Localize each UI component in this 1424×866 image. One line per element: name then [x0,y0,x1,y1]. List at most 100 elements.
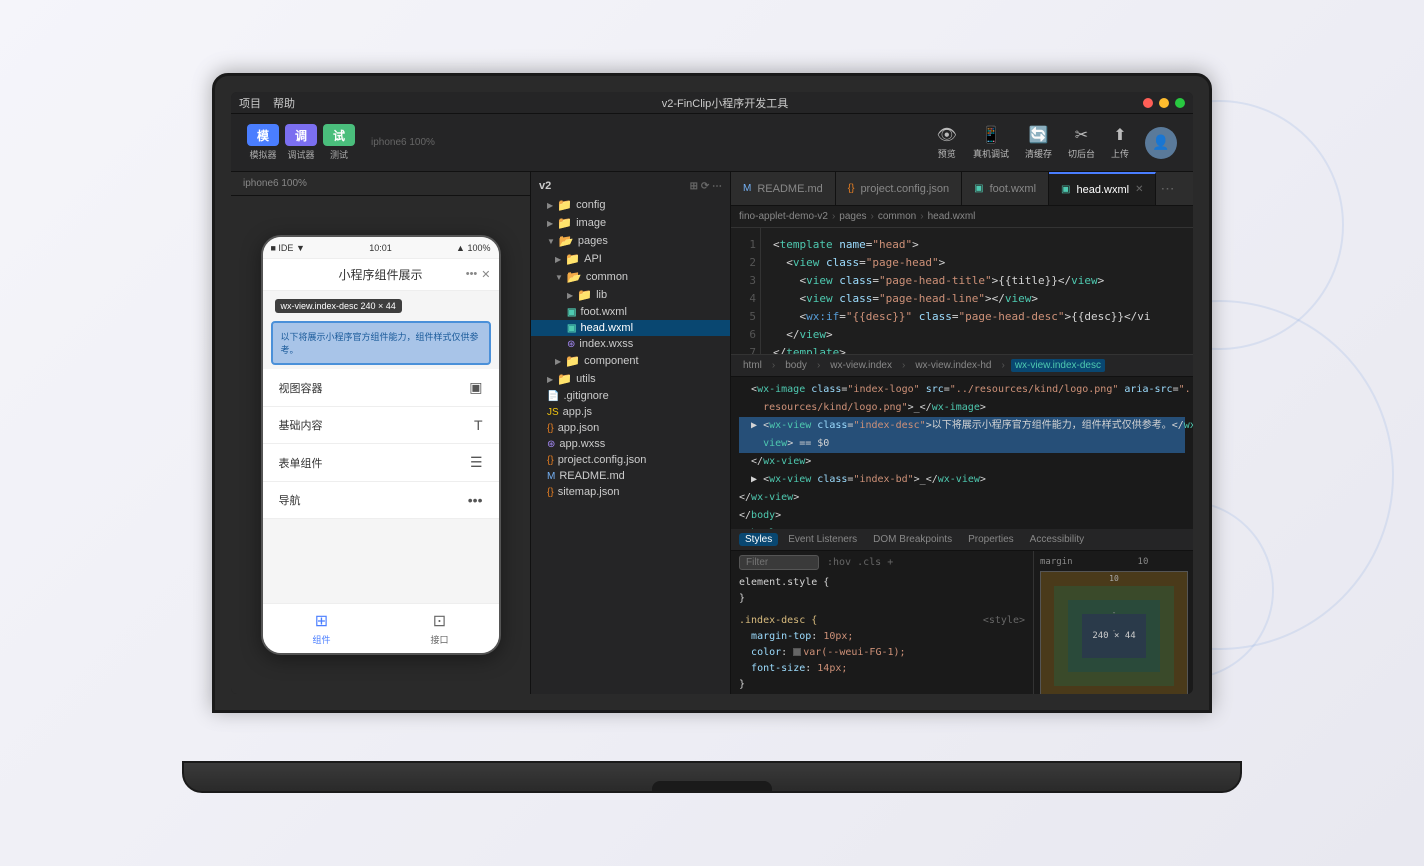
inspector-html-tab[interactable]: html [739,359,766,372]
readme-tab-icon: M [743,183,751,194]
folder-icon: 📁 [557,198,572,212]
tree-item-api[interactable]: ▶ 📁 API [531,250,730,268]
phone-title: 小程序组件展示 [338,266,422,283]
phone-nav-item-components[interactable]: ⊞ 组件 [312,611,330,646]
styles-filter-input[interactable] [739,555,819,570]
tree-item-app-json[interactable]: {} app.json [531,420,730,436]
phone-status-left: ■ IDE ▼ [271,243,305,253]
inspector-body-tab[interactable]: body [781,359,811,372]
css-block-element-style: element.style { } [739,575,1025,607]
toolbar-action-real-machine[interactable]: 📱 真机调试 [973,125,1009,160]
phone-list-item-1[interactable]: 视图容器 ▣ [263,369,499,407]
tab-project-config[interactable]: {} project.config.json [836,172,962,205]
code-editor[interactable]: <template name="head"> <view class="page… [761,228,1193,354]
dom-line-5: </wx-view> [739,453,1185,471]
breadcrumb: fino-applet-demo-v2 › pages › common › h… [731,206,1193,228]
phone-status-right: ▲ 100% [456,243,490,253]
js-file-icon: JS [547,407,559,418]
phone-status-time: 10:01 [369,243,392,253]
inspector-wxview-hd-tab[interactable]: wx-view.index-hd [911,359,995,372]
toolbar-btn-debug[interactable]: 调 调试器 [285,124,317,161]
menu-item-project[interactable]: 项目 [239,95,261,111]
box-model: 10 - - 240 × 44 [1040,571,1188,695]
toolbar-action-cut-tail[interactable]: ✂ 切后台 [1068,125,1095,160]
toolbar-right: 👁 预览 📱 真机调试 🔄 清缓存 ✂ 切 [937,125,1177,160]
window-minimize-button[interactable] [1159,98,1169,108]
tree-item-utils[interactable]: ▶ 📁 utils [531,370,730,388]
tree-item-component[interactable]: ▶ 📁 component [531,352,730,370]
tree-label-readme: README.md [559,470,624,482]
toolbar-btn-simulate[interactable]: 模 模拟器 [247,124,279,161]
tree-item-app-wxss[interactable]: ⊛ app.wxss [531,436,730,452]
window-maximize-button[interactable] [1175,98,1185,108]
tab-more-button[interactable]: ⋯ [1160,180,1174,197]
phone-list-item-2[interactable]: 基础内容 T [263,407,499,444]
element-style-close: } [739,591,1025,607]
phone-action-close[interactable]: ✕ [481,268,490,281]
nav-interface-label: 接口 [430,633,448,646]
styles-tab-event-listeners[interactable]: Event Listeners [782,533,863,546]
tree-item-common[interactable]: ▼ 📂 common [531,268,730,286]
tree-item-app-js[interactable]: JS app.js [531,404,730,420]
code-line-3: <view class="page-head-title">{{title}}<… [773,272,1181,290]
tree-item-head-wxml[interactable]: ▣ head.wxml [531,320,730,336]
inspector-wxview-desc-tab[interactable]: wx-view.index-desc [1011,359,1105,372]
nav-interface-icon: ⊡ [433,611,446,631]
window-close-button[interactable] [1143,98,1153,108]
tree-item-foot-wxml[interactable]: ▣ foot.wxml [531,304,730,320]
tree-item-readme[interactable]: M README.md [531,468,730,484]
phone-nav-item-interface[interactable]: ⊡ 接口 [430,611,448,646]
phone-list-icon-2: T [474,417,483,433]
tree-item-config[interactable]: ▶ 📁 config [531,196,730,214]
folder-lib-icon: 📁 [577,288,592,302]
tree-item-lib[interactable]: ▶ 📁 lib [531,286,730,304]
phone-list-item-4[interactable]: 导航 ••• [263,482,499,519]
folder-common-icon: 📂 [567,270,582,284]
box-model-panel: margin 10 10 - [1033,551,1193,695]
inspector-wxview-tab[interactable]: wx-view.index [826,359,896,372]
phone-tooltip: wx-view.index-desc 240 × 44 [275,299,402,313]
tree-item-pages[interactable]: ▼ 📂 pages [531,232,730,250]
preview-panel: iphone6 100% ■ IDE ▼ 10:01 ▲ 100% 小程序组件展… [231,172,531,694]
styles-tab-properties[interactable]: Properties [962,533,1020,546]
tab-foot-wxml[interactable]: ▣ foot.wxml [962,172,1049,205]
clear-cache-icon: 🔄 [1029,125,1049,145]
tab-head-wxml[interactable]: ▣ head.wxml ✕ [1049,172,1156,205]
phone-list-icon-3: ☰ [470,454,483,471]
tab-close-icon[interactable]: ✕ [1135,184,1143,195]
tree-label-config: config [576,199,605,211]
chevron-down-icon: ▼ [547,237,555,246]
tree-item-project-config[interactable]: {} project.config.json [531,452,730,468]
tree-item-gitignore[interactable]: 📄 .gitignore [531,388,730,404]
menu-item-help[interactable]: 帮助 [273,95,295,111]
breadcrumb-item-1: pages [839,211,866,222]
laptop-container: 项目 帮助 v2-FinClip小程序开发工具 模 模拟器 [187,73,1237,793]
phone-action-more[interactable]: ••• [466,268,478,281]
toolbar-action-clear-cache[interactable]: 🔄 清缓存 [1025,125,1052,160]
screen: 项目 帮助 v2-FinClip小程序开发工具 模 模拟器 [231,92,1193,694]
tree-label-image: image [576,217,606,229]
tab-readme[interactable]: M README.md [731,172,836,205]
line-numbers: 1 2 3 4 5 6 7 8 [731,228,761,354]
color-swatch [793,648,801,656]
toolbar-action-upload[interactable]: ⬆ 上传 [1111,125,1129,160]
inspector-styles: :hov .cls + element.style { } .index [731,551,1193,695]
toolbar-action-preview[interactable]: 👁 预览 [937,125,957,160]
breadcrumb-item-2: common [878,211,916,222]
toolbar-btn-test[interactable]: 试 测试 [323,124,355,161]
breadcrumb-sep-2: › [871,211,874,222]
user-avatar[interactable]: 👤 [1145,127,1177,159]
phone-list-item-3[interactable]: 表单组件 ☰ [263,444,499,482]
tree-item-image[interactable]: ▶ 📁 image [531,214,730,232]
styles-tab-accessibility[interactable]: Accessibility [1024,533,1090,546]
styles-tab-styles[interactable]: Styles [739,533,778,546]
menu-bar: 项目 帮助 v2-FinClip小程序开发工具 [231,92,1193,114]
preview-header: iphone6 100% [231,172,530,196]
tree-actions[interactable]: ⊞ ⟳ ⋯ [690,181,722,192]
dom-line-4: view> == $0 [739,435,1185,453]
styles-tab-dom-breakpoints[interactable]: DOM Breakpoints [867,533,958,546]
dom-line-6: ▶ <wx-view class="index-bd">_</wx-view> [739,471,1185,489]
tab-readme-label: README.md [757,183,822,195]
tree-item-index-wxss[interactable]: ⊛ index.wxss [531,336,730,352]
tree-item-sitemap[interactable]: {} sitemap.json [531,484,730,500]
